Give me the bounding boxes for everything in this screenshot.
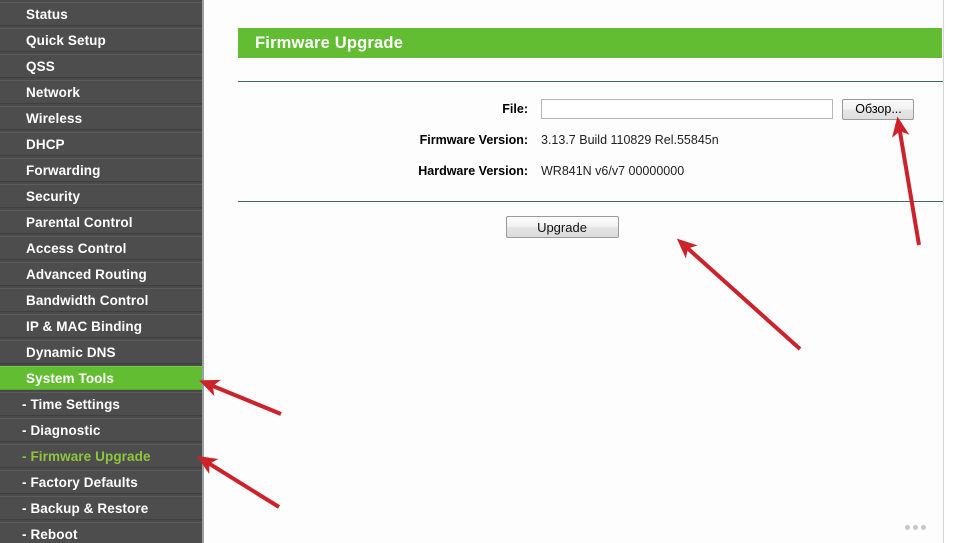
status-dot	[905, 525, 910, 530]
page-title: Firmware Upgrade	[238, 28, 942, 58]
status-dot	[921, 525, 926, 530]
sidebar-item-status[interactable]: Status	[0, 2, 202, 26]
hardware-version-label: Hardware Version:	[418, 164, 528, 178]
sidebar-item-time-settings[interactable]: - Time Settings	[0, 392, 202, 416]
sidebar-item-security[interactable]: Security	[0, 184, 202, 208]
hardware-version-row: Hardware Version: WR841N v6/v7 00000000	[204, 158, 943, 184]
file-label: File:	[502, 102, 528, 116]
router-admin-page: Status Quick Setup QSS Network Wireless DHCP F…	[0, 0, 953, 543]
sidebar-item-access-control[interactable]: Access Control	[0, 236, 202, 260]
status-dots-indicator	[905, 525, 926, 530]
file-row: File: Обзор...	[204, 96, 943, 122]
firmware-version-label: Firmware Version:	[419, 133, 528, 147]
sidebar-item-dynamic-dns[interactable]: Dynamic DNS	[0, 340, 202, 364]
sidebar-item-quick-setup[interactable]: Quick Setup	[0, 28, 202, 52]
sidebar-item-system-tools[interactable]: System Tools	[0, 366, 202, 390]
divider-middle	[238, 201, 943, 202]
upgrade-button-area: Upgrade	[204, 216, 920, 238]
sidebar-item-firmware-upgrade[interactable]: - Firmware Upgrade	[0, 444, 202, 468]
sidebar-item-parental-control[interactable]: Parental Control	[0, 210, 202, 234]
divider-top	[238, 81, 943, 82]
firmware-version-row: Firmware Version: 3.13.7 Build 110829 Re…	[204, 127, 943, 153]
sidebar-item-bandwidth-control[interactable]: Bandwidth Control	[0, 288, 202, 312]
sidebar-item-forwarding[interactable]: Forwarding	[0, 158, 202, 182]
upgrade-button[interactable]: Upgrade	[505, 216, 619, 238]
sidebar-item-diagnostic[interactable]: - Diagnostic	[0, 418, 202, 442]
sidebar-item-factory-defaults[interactable]: - Factory Defaults	[0, 470, 202, 494]
firmware-version-value: 3.13.7 Build 110829 Rel.55845n	[541, 133, 719, 147]
sidebar-navigation: Status Quick Setup QSS Network Wireless DHCP F…	[0, 0, 204, 543]
sidebar-item-advanced-routing[interactable]: Advanced Routing	[0, 262, 202, 286]
hardware-version-value: WR841N v6/v7 00000000	[541, 164, 685, 178]
sidebar-item-dhcp[interactable]: DHCP	[0, 132, 202, 156]
sidebar-item-reboot[interactable]: - Reboot	[0, 522, 202, 543]
sidebar-item-backup-restore[interactable]: - Backup & Restore	[0, 496, 202, 520]
sidebar-item-wireless[interactable]: Wireless	[0, 106, 202, 130]
browse-button[interactable]: Обзор...	[842, 98, 915, 120]
main-content: Firmware Upgrade File: Обзор... Firmware…	[204, 0, 953, 543]
content-panel: Firmware Upgrade File: Обзор... Firmware…	[204, 0, 944, 543]
sidebar-item-ip-mac-binding[interactable]: IP & MAC Binding	[0, 314, 202, 338]
sidebar-item-qss[interactable]: QSS	[0, 54, 202, 78]
firmware-form: File: Обзор... Firmware Version: 3.13.7 …	[204, 96, 943, 189]
file-field-group: Обзор...	[541, 98, 915, 120]
file-input[interactable]	[541, 99, 833, 119]
sidebar-item-network[interactable]: Network	[0, 80, 202, 104]
status-dot	[913, 525, 918, 530]
